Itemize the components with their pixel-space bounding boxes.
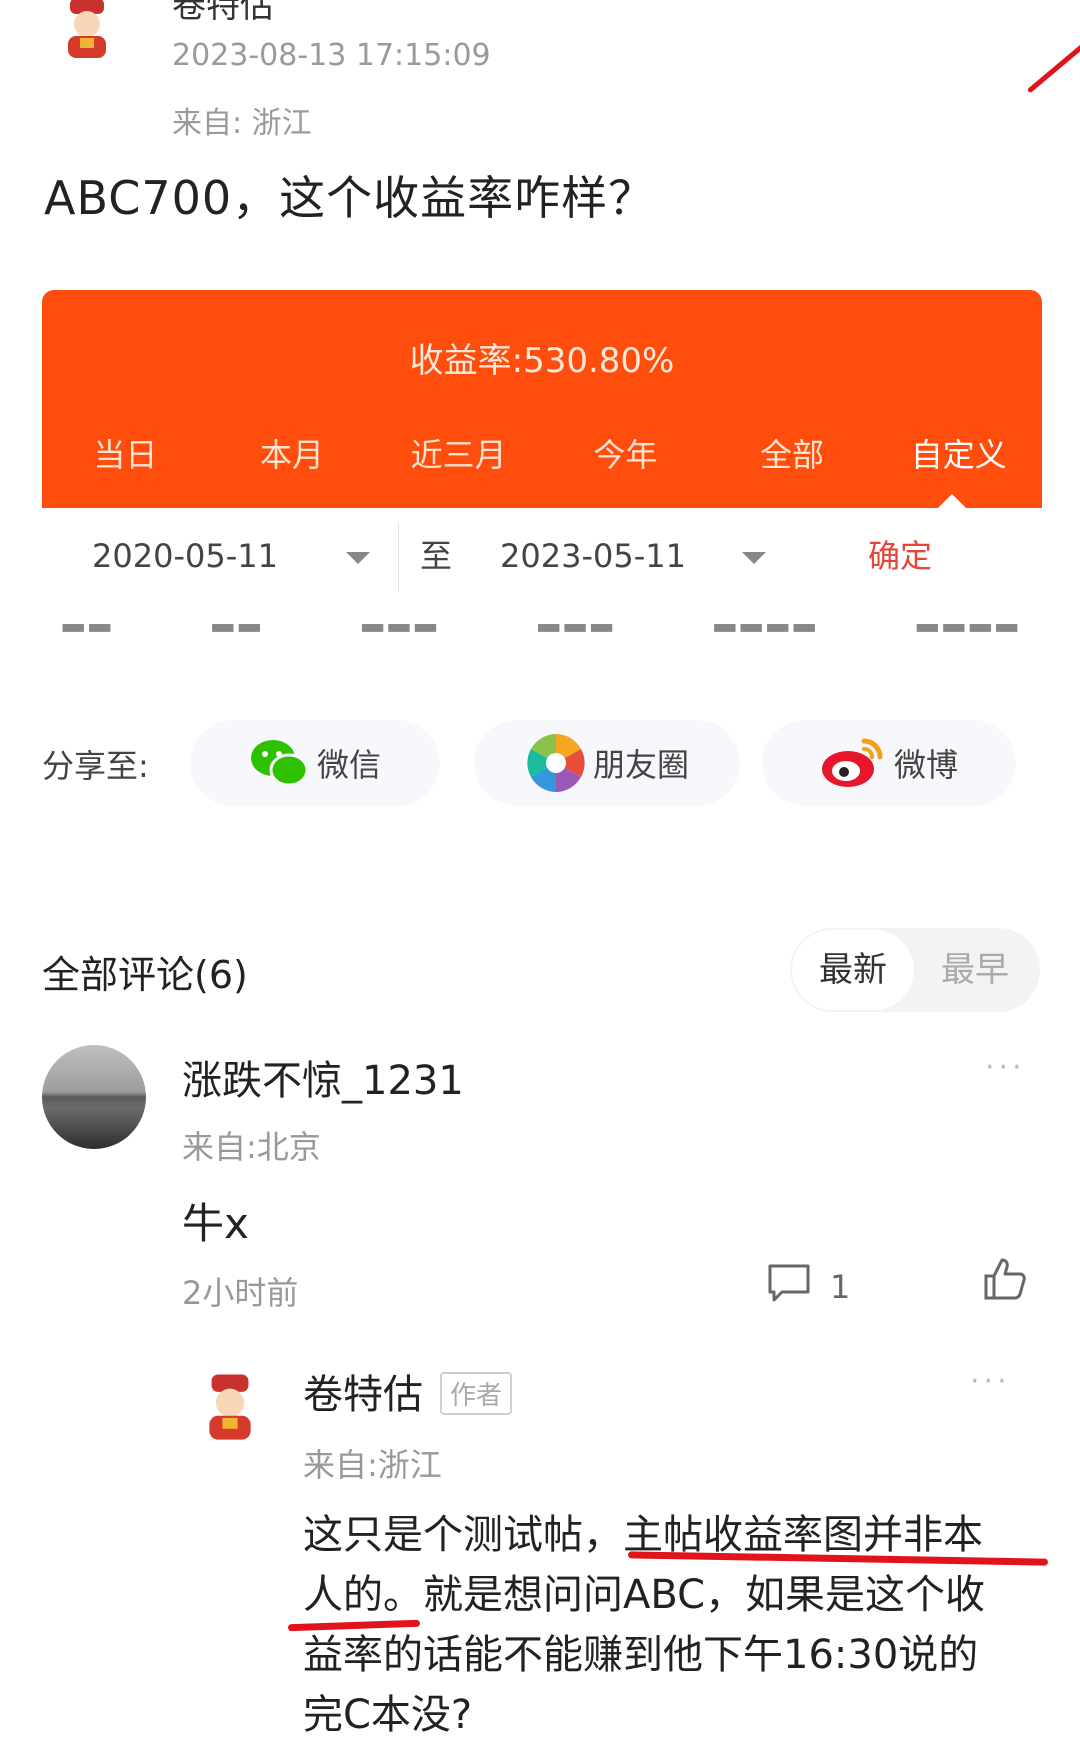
index-legend-clipped: ▬▬▬▬▬▬▬▬▬▬▬▬▬▬▬▬▬▬: [60, 624, 1020, 638]
author-avatar[interactable]: [52, 0, 122, 62]
sort-oldest-button[interactable]: 最早: [920, 930, 1030, 1010]
reply-text-line1b: 主帖收益率图并非本: [623, 1512, 983, 1558]
start-date-value: 2020-05-11: [92, 537, 278, 575]
comment-bubble-icon: [768, 1264, 810, 1302]
tab-three-months[interactable]: 近三月: [375, 430, 542, 476]
divider: [398, 522, 399, 592]
commenter-avatar[interactable]: [42, 1045, 146, 1149]
tab-custom[interactable]: 自定义: [875, 430, 1042, 476]
reply-author-avatar[interactable]: [192, 1368, 268, 1444]
reply-author-name[interactable]: 卷特估: [303, 1362, 423, 1420]
share-weibo-label: 微博: [893, 746, 958, 784]
reply-button[interactable]: [766, 1262, 812, 1310]
reply-text-line2a: 人的。: [303, 1572, 423, 1618]
end-date-value: 2023-05-11: [500, 537, 686, 575]
author-badge: 作者: [440, 1372, 513, 1415]
reply-more-options-icon[interactable]: ···: [970, 1364, 1011, 1399]
like-button[interactable]: [982, 1256, 1028, 1306]
chevron-down-icon: [346, 552, 370, 564]
return-card: 收益率:530.80% 当日 本月 近三月 今年 全部 自定义: [42, 290, 1042, 508]
commenter-name[interactable]: 涨跌不惊_1231: [182, 1048, 464, 1106]
weibo-icon: [821, 738, 883, 787]
post-location: 来自: 浙江: [172, 106, 312, 141]
selected-tab-indicator: [938, 494, 966, 508]
reply-location: 来自:浙江: [303, 1446, 442, 1484]
reply-text-line2b: 就是想问问ABC，如果是这个收: [423, 1572, 986, 1618]
comment-time: 2小时前: [182, 1274, 299, 1312]
tab-this-month[interactable]: 本月: [209, 430, 376, 476]
reply-text-line1a: 这只是个测试帖，: [303, 1512, 623, 1558]
confirm-button[interactable]: 确定: [868, 520, 932, 592]
more-options-icon[interactable]: ···: [985, 1050, 1026, 1085]
tab-this-year[interactable]: 今年: [542, 430, 709, 476]
post-title: ABC700，这个收益率咋样？: [44, 171, 656, 225]
comment-text: 牛x: [182, 1199, 249, 1248]
range-separator: 至: [420, 520, 460, 592]
share-weibo-button[interactable]: 微博: [762, 720, 1016, 806]
share-moments-button[interactable]: 朋友圈: [474, 720, 740, 806]
end-date-select[interactable]: 2023-05-11: [500, 520, 800, 592]
reply-text-line3: 益率的话能不能赚到他下午16:30说的: [303, 1632, 979, 1678]
sort-newest-button[interactable]: 最新: [792, 930, 914, 1010]
post-timestamp: 2023-08-13 17:15:09: [172, 38, 491, 73]
period-tabs: 当日 本月 近三月 今年 全部 自定义: [42, 430, 1042, 476]
comments-title: 全部评论(6): [42, 953, 248, 997]
share-wechat-label: 微信: [316, 746, 381, 784]
reply-count: 1: [830, 1268, 851, 1306]
start-date-select[interactable]: 2020-05-11: [92, 520, 382, 592]
chevron-down-icon: [742, 552, 766, 564]
moments-icon: [526, 734, 585, 792]
annotation-stroke: [1026, 31, 1080, 94]
thumbs-up-icon: [984, 1258, 1026, 1300]
tab-today[interactable]: 当日: [42, 430, 209, 476]
author-name[interactable]: 卷特估: [172, 0, 274, 27]
return-rate-label: 收益率:530.80%: [409, 341, 675, 381]
commenter-location: 来自:北京: [182, 1128, 321, 1166]
share-moments-label: 朋友圈: [592, 746, 689, 784]
wechat-icon: [250, 740, 309, 787]
share-label: 分享至:: [42, 747, 149, 785]
share-wechat-button[interactable]: 微信: [190, 720, 440, 806]
reply-text-line4: 完C本没?: [303, 1692, 473, 1738]
tab-all[interactable]: 全部: [709, 430, 876, 476]
